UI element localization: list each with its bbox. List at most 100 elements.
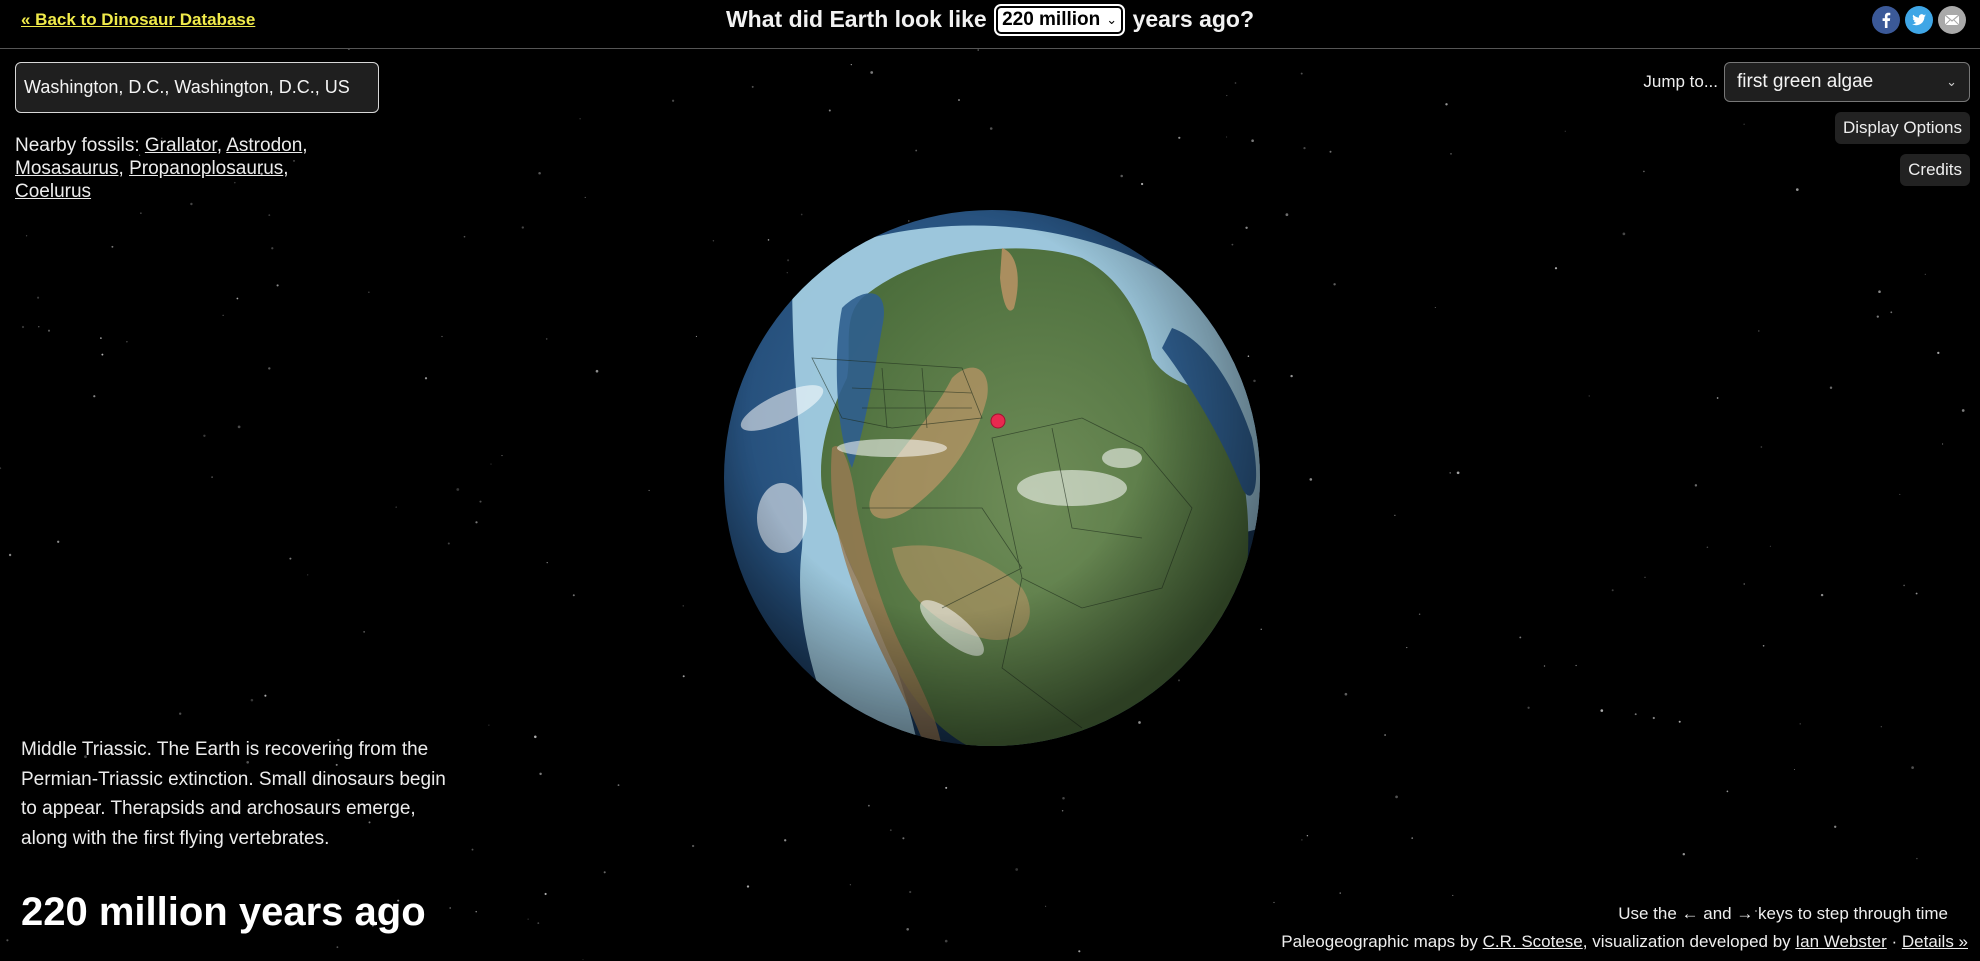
star bbox=[1924, 273, 1926, 275]
fossil-link[interactable]: Propanoplosaurus bbox=[129, 158, 283, 179]
fossil-link[interactable]: Coelurus bbox=[15, 181, 91, 202]
star bbox=[1384, 734, 1387, 736]
star bbox=[475, 910, 477, 913]
star bbox=[268, 214, 271, 217]
star bbox=[424, 377, 428, 380]
star bbox=[179, 712, 182, 715]
star bbox=[1339, 892, 1341, 894]
globe-shading bbox=[724, 210, 1260, 746]
star bbox=[0, 467, 2, 470]
header-bar: « Back to Dinosaur Database What did Ear… bbox=[0, 0, 1980, 49]
star bbox=[1418, 613, 1421, 616]
star bbox=[1876, 315, 1879, 318]
nearby-fossils: Nearby fossils: Grallator, Astrodon, Mos… bbox=[15, 135, 308, 202]
star bbox=[93, 395, 96, 398]
period-description: Middle Triassic. The Earth is recovering… bbox=[21, 739, 446, 849]
star bbox=[1694, 484, 1698, 487]
star bbox=[25, 235, 28, 237]
star bbox=[1915, 592, 1918, 595]
star bbox=[1611, 589, 1614, 592]
star bbox=[264, 694, 267, 697]
star bbox=[395, 506, 397, 508]
star bbox=[6, 939, 9, 942]
star bbox=[38, 326, 40, 328]
star bbox=[682, 605, 684, 607]
star bbox=[1588, 395, 1590, 397]
star bbox=[1880, 726, 1882, 728]
jump-to-label: Jump to... bbox=[1643, 72, 1718, 91]
star bbox=[21, 325, 25, 329]
star bbox=[603, 871, 606, 874]
facebook-icon bbox=[1882, 12, 1891, 28]
star bbox=[849, 884, 852, 886]
star bbox=[521, 226, 524, 229]
star bbox=[1890, 311, 1893, 314]
email-share-button[interactable] bbox=[1938, 6, 1966, 34]
star bbox=[1795, 188, 1799, 191]
details-link[interactable]: Details » bbox=[1902, 932, 1968, 951]
star bbox=[1519, 636, 1522, 639]
star bbox=[695, 335, 697, 337]
star bbox=[1564, 130, 1566, 132]
star bbox=[1226, 136, 1228, 138]
star bbox=[1452, 894, 1454, 896]
star bbox=[582, 959, 584, 961]
star bbox=[915, 149, 918, 152]
fossil-link[interactable]: Astrodon bbox=[226, 135, 302, 156]
star bbox=[1300, 72, 1303, 75]
star bbox=[1643, 170, 1645, 173]
credits-button[interactable]: Credits bbox=[1900, 154, 1970, 186]
star bbox=[1306, 834, 1309, 837]
jump-to-value: first green algae bbox=[1737, 71, 1874, 92]
star bbox=[126, 341, 128, 343]
star bbox=[1078, 950, 1081, 953]
star bbox=[691, 844, 695, 848]
star bbox=[1062, 797, 1065, 800]
star bbox=[190, 202, 193, 206]
nearby-fossils-label: Nearby fossils: bbox=[15, 135, 140, 156]
star bbox=[140, 212, 142, 214]
star bbox=[488, 724, 490, 726]
star bbox=[1743, 123, 1745, 125]
star bbox=[501, 455, 503, 457]
jump-to-select[interactable]: first green algae ⌄ bbox=[1724, 62, 1970, 102]
star bbox=[751, 85, 754, 88]
chevron-down-icon: ⌄ bbox=[1106, 12, 1118, 27]
star bbox=[1045, 905, 1047, 907]
star bbox=[1758, 330, 1760, 332]
fossil-link[interactable]: Grallator bbox=[145, 135, 217, 156]
star bbox=[268, 367, 271, 370]
facebook-share-button[interactable] bbox=[1872, 6, 1900, 34]
age-display: 220 million years ago bbox=[21, 890, 426, 934]
star bbox=[471, 848, 474, 851]
age-select[interactable]: 220 million ⌄ bbox=[994, 4, 1126, 36]
star bbox=[1716, 397, 1719, 399]
ian-webster-link[interactable]: Ian Webster bbox=[1795, 932, 1886, 951]
location-marker[interactable] bbox=[990, 413, 1006, 429]
twitter-share-button[interactable] bbox=[1905, 6, 1933, 34]
star bbox=[37, 296, 40, 299]
keyboard-hint: Use the ← and → keys to step through tim… bbox=[1618, 904, 1948, 923]
star bbox=[712, 240, 715, 242]
star bbox=[595, 369, 599, 373]
earth-globe[interactable] bbox=[722, 208, 1262, 748]
star bbox=[546, 561, 548, 564]
star bbox=[1554, 267, 1558, 270]
twitter-icon bbox=[1912, 14, 1926, 26]
star bbox=[1820, 593, 1824, 597]
star bbox=[1251, 139, 1254, 143]
star bbox=[572, 594, 575, 597]
location-search-input[interactable] bbox=[15, 62, 379, 113]
star bbox=[222, 314, 224, 316]
star bbox=[1793, 768, 1796, 771]
star bbox=[1575, 664, 1577, 667]
star bbox=[1273, 901, 1275, 904]
fossil-link[interactable]: Mosasaurus bbox=[15, 158, 119, 179]
star bbox=[211, 476, 213, 478]
star bbox=[1543, 665, 1546, 667]
star bbox=[463, 235, 466, 238]
star bbox=[475, 521, 478, 524]
display-options-button[interactable]: Display Options bbox=[1834, 112, 1970, 144]
star bbox=[746, 885, 750, 888]
scotese-link[interactable]: C.R. Scotese bbox=[1483, 932, 1583, 951]
